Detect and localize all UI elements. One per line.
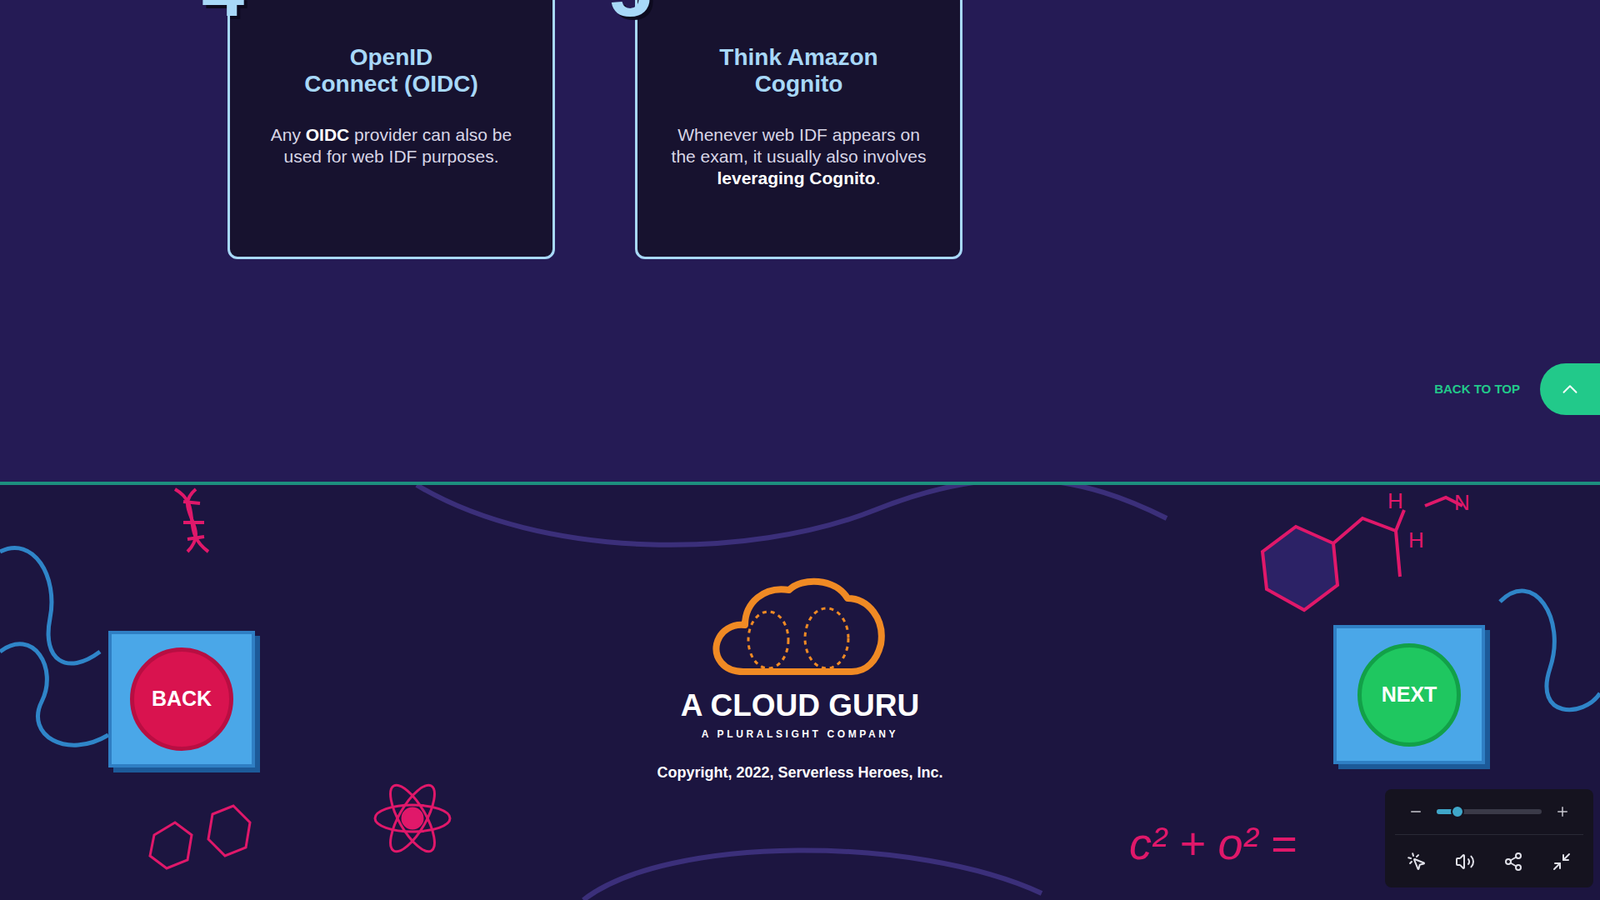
next-button[interactable]: NEXT	[1357, 643, 1461, 747]
player-controls	[1385, 789, 1594, 888]
lesson-card: 4OpenIDConnect (OIDC)Any OIDC provider c…	[227, 0, 555, 260]
hexagons-icon	[133, 793, 259, 900]
back-to-top-button[interactable]	[1540, 363, 1600, 415]
zoom-row	[1385, 789, 1594, 835]
exit-fullscreen-icon[interactable]	[1551, 851, 1572, 872]
svg-text:H: H	[1387, 488, 1404, 514]
copyright: Copyright, 2022, Serverless Heroes, Inc.	[656, 761, 943, 785]
svg-text:N: N	[1454, 490, 1470, 515]
card-row: 4 OpenIDConnect (OIDC) Any OIDC provider c…	[0, 0, 1600, 260]
zoom-out-icon[interactable]	[1408, 804, 1424, 820]
lesson-card: 5Think AmazonCognitoWhenever web IDF app…	[635, 0, 963, 260]
back-button[interactable]: BACK	[130, 647, 234, 751]
player-buttons	[1385, 835, 1594, 888]
player-divider	[1395, 834, 1584, 835]
footer: HH Nc² + o² = A CLOUD GURU A PLURALSIGHT CO…	[0, 485, 1600, 900]
molecule-icon: HH N	[1254, 485, 1488, 631]
brand-name: A CLOUD GURU	[680, 688, 920, 724]
card-body: Whenever web IDF appears on the exam, it…	[670, 124, 927, 190]
share-icon[interactable]	[1503, 851, 1524, 872]
zoom-slider-thumb[interactable]	[1450, 805, 1465, 819]
zoom-slider[interactable]	[1436, 809, 1542, 815]
card-title: OpenIDConnect (OIDC)	[304, 44, 478, 98]
volume-icon[interactable]	[1455, 851, 1475, 872]
chevron-up-icon	[1557, 376, 1583, 402]
next-button-frame: NEXT	[1333, 625, 1485, 765]
back-to-top-label[interactable]: BACK TO TOP	[1434, 380, 1520, 400]
card-body: Any OIDC provider can also be used for w…	[263, 124, 520, 168]
pointer-click-icon[interactable]	[1406, 851, 1427, 872]
brand-tagline: A PLURALSIGHT COMPANY	[701, 726, 899, 742]
lesson-section: 4 OpenIDConnect (OIDC) Any OIDC provider c…	[0, 0, 1600, 482]
page: 4 OpenIDConnect (OIDC) Any OIDC provider c…	[0, 0, 1600, 900]
dna-icon	[170, 485, 238, 556]
cloud-guru-logo-icon	[710, 573, 890, 679]
svg-text:H: H	[1408, 527, 1425, 553]
back-to-top[interactable]: BACK TO TOP	[1434, 363, 1600, 415]
card-number: 4	[201, 0, 245, 28]
atom-icon	[370, 776, 455, 860]
equation-doodle: c² + o² =	[1129, 810, 1297, 878]
card-number: 5	[609, 0, 652, 28]
zoom-in-icon[interactable]	[1555, 804, 1570, 820]
card-title: Think AmazonCognito	[719, 44, 878, 98]
back-button-frame: BACK	[108, 630, 255, 768]
